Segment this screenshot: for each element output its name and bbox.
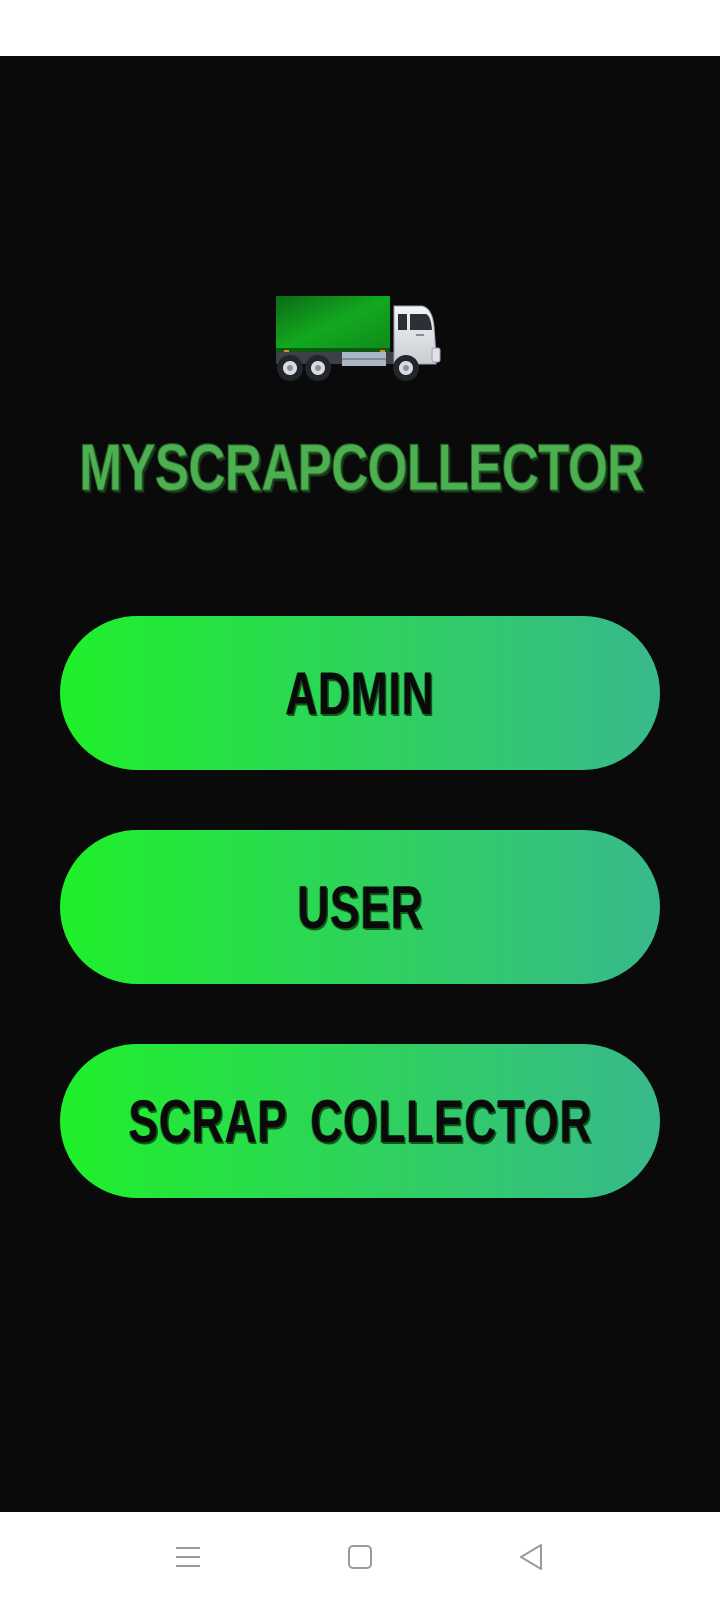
status-bar bbox=[0, 0, 720, 56]
user-button[interactable]: USER bbox=[60, 830, 660, 984]
user-button-label: USER bbox=[296, 873, 424, 941]
home-icon[interactable] bbox=[343, 1540, 377, 1574]
app-screen: MYSCRAPCOLLECTOR bbox=[0, 56, 720, 1512]
back-icon[interactable] bbox=[514, 1540, 548, 1574]
system-navigation-bar bbox=[0, 1512, 720, 1600]
scrap-collector-button[interactable]: SCRAP COLLECTOR bbox=[60, 1044, 660, 1198]
scrap-collector-button-label: SCRAP COLLECTOR bbox=[128, 1087, 592, 1155]
app-title: MYSCRAPCOLLECTOR bbox=[79, 430, 645, 505]
admin-button-label: ADMIN bbox=[285, 659, 435, 727]
truck-icon bbox=[276, 296, 444, 382]
menu-icon[interactable] bbox=[171, 1540, 205, 1574]
admin-button[interactable]: ADMIN bbox=[60, 616, 660, 770]
